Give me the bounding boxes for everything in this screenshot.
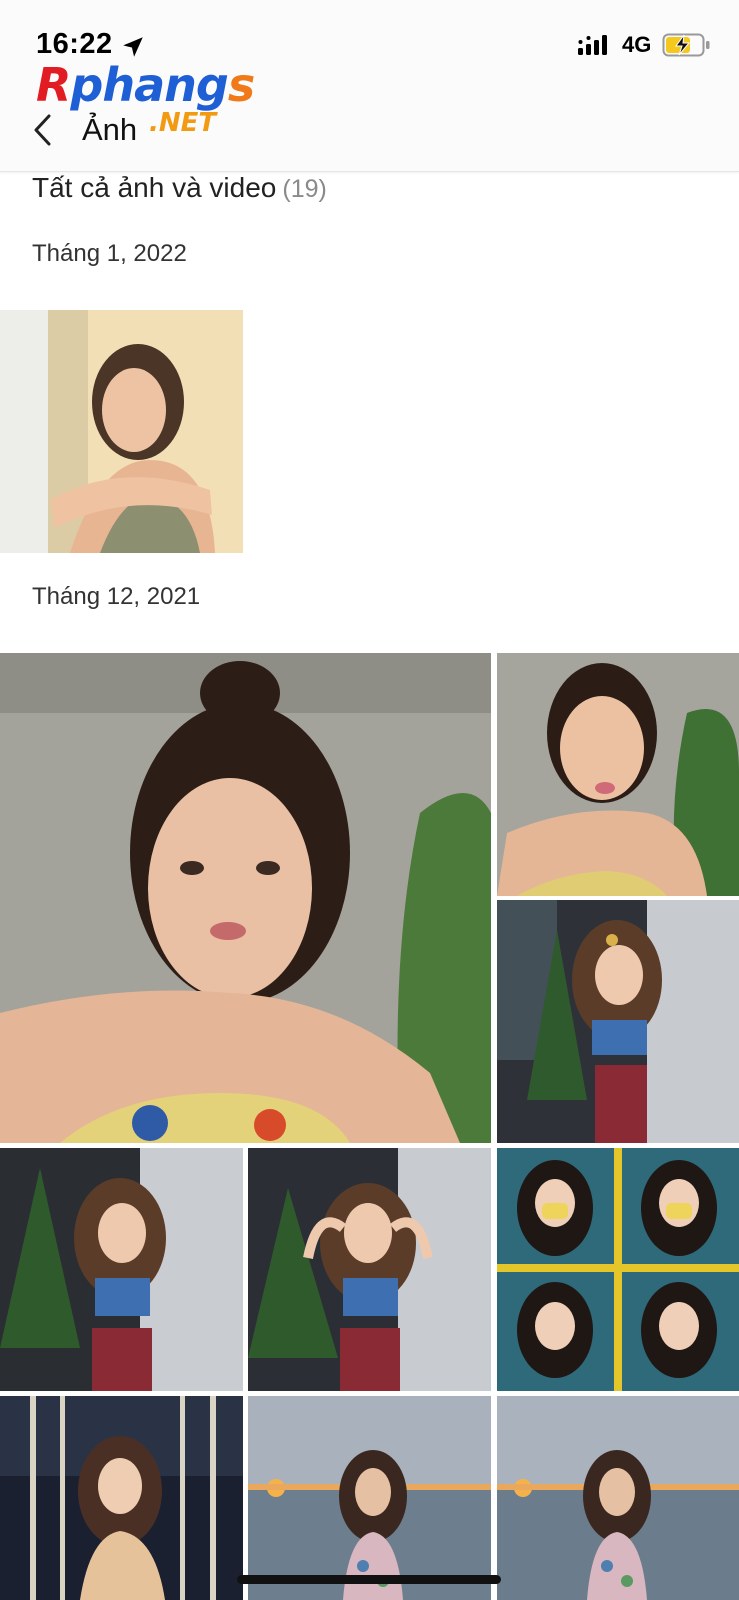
- logo-letter-s: s: [227, 58, 255, 112]
- photo-thumbnail[interactable]: [497, 1148, 739, 1391]
- photo-thumbnail-large[interactable]: [0, 653, 491, 1143]
- photo-thumbnail[interactable]: [497, 653, 739, 896]
- logo-suffix: .NET: [149, 108, 217, 138]
- month-label-jan-2022: Tháng 1, 2022: [32, 240, 187, 267]
- month-label-dec-2021: Tháng 12, 2021: [32, 583, 201, 610]
- page-title: Ảnh: [82, 112, 138, 147]
- battery-charging-icon: [662, 33, 710, 57]
- photo-thumbnail[interactable]: [0, 310, 243, 553]
- status-bar: 16:22 4G: [0, 22, 739, 62]
- logo-letters-phang: phang: [70, 58, 228, 112]
- top-header: 16:22 4G Rphangs .NET Ảnh: [0, 0, 739, 172]
- network-type: 4G: [622, 32, 652, 57]
- photo-thumbnail[interactable]: [497, 900, 739, 1143]
- photo-thumbnail[interactable]: [248, 1148, 491, 1391]
- watermark-logo: Rphangs .NET: [36, 60, 266, 140]
- photo-thumbnail[interactable]: [248, 1396, 491, 1600]
- back-button[interactable]: [28, 110, 58, 150]
- photo-thumbnail[interactable]: [0, 1396, 243, 1600]
- signal-icon: [578, 35, 607, 55]
- gallery-count: (19): [282, 175, 327, 203]
- logo-wordmark: Rphangs: [36, 58, 255, 112]
- status-time: 16:22: [36, 28, 113, 60]
- logo-letter-r: R: [36, 58, 71, 112]
- photo-thumbnail[interactable]: [497, 1396, 739, 1600]
- location-arrow-icon: [123, 37, 143, 57]
- photo-thumbnail[interactable]: [0, 1148, 243, 1391]
- gallery-heading: Tất cả ảnh và video (19): [32, 172, 327, 204]
- home-indicator[interactable]: [237, 1575, 501, 1584]
- gallery-heading-text: Tất cả ảnh và video: [32, 172, 277, 203]
